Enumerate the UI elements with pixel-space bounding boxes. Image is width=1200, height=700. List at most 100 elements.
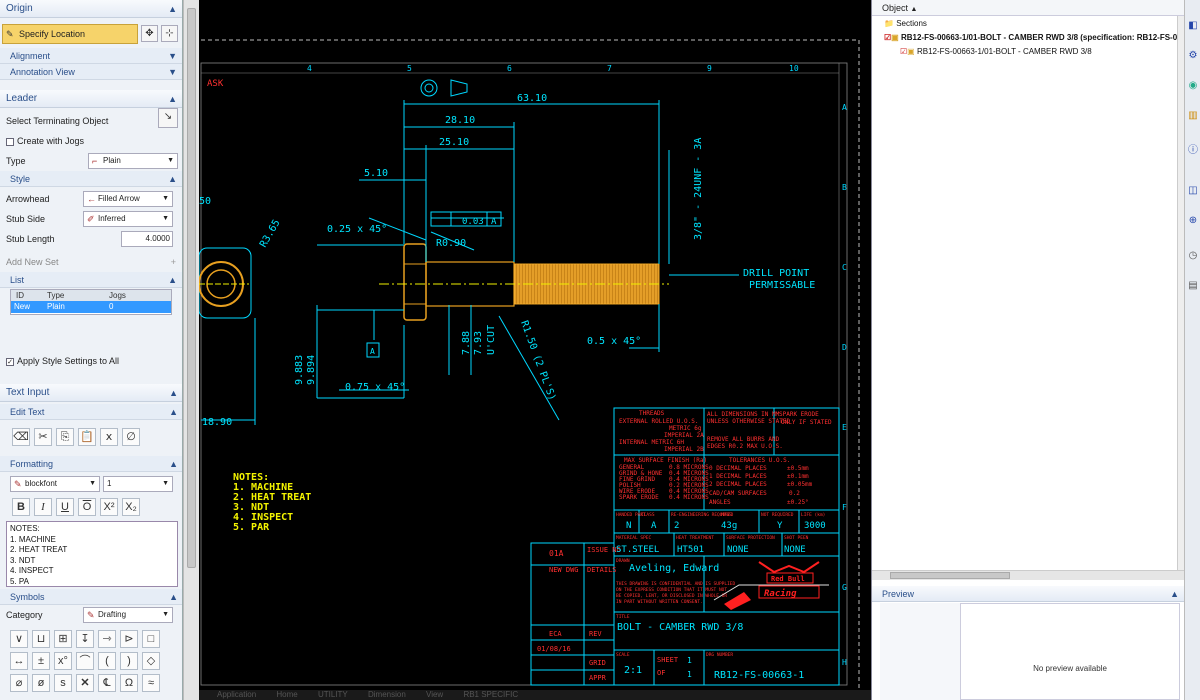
assembly-navigator-icon[interactable]: ◧ — [1187, 20, 1199, 32]
font-select[interactable]: ✎ blockfont ▼ — [10, 476, 100, 492]
category-select[interactable]: ✎ Drafting ▼ — [83, 607, 173, 623]
type-select[interactable]: ⌐ Plain ▼ — [88, 153, 178, 169]
italic-icon[interactable]: I — [34, 498, 52, 516]
table-row[interactable]: New Plain 0 — [11, 301, 171, 313]
text-line: 2. HEAT TREAT — [10, 545, 68, 554]
size-select[interactable]: 1 ▼ — [103, 476, 173, 492]
symbol-counterbore-icon[interactable]: ⊔ — [32, 630, 50, 648]
history-icon[interactable]: ◉ — [1187, 80, 1199, 92]
horizontal-scrollbar[interactable] — [872, 570, 1185, 580]
collapse-icon[interactable]: ▲ — [169, 384, 178, 402]
symbol-diamond-icon[interactable]: ◇ — [142, 652, 160, 670]
clock-icon[interactable]: ◷ — [1187, 250, 1199, 262]
roles-icon[interactable]: ⊕ — [1187, 215, 1199, 227]
tree-node-sheet[interactable]: ☑▣ RB12-FS-00663-1/01-BOLT - CAMBER RWD … — [884, 33, 1184, 42]
collapse-icon[interactable]: ▲ — [1170, 586, 1179, 602]
scroll-thumb[interactable] — [890, 572, 1010, 579]
symbol-between-icon[interactable]: ↔ — [10, 652, 28, 670]
tab-home[interactable]: Home — [276, 690, 297, 700]
symbol-paren-close-icon[interactable]: ) — [120, 652, 138, 670]
origin-tool-icon[interactable]: ✥ — [141, 25, 158, 42]
arrowhead-select[interactable]: ← Filled Arrow ▼ — [83, 191, 173, 207]
bolt-part[interactable] — [379, 243, 669, 321]
symbol-approx-icon[interactable]: ≈ — [142, 674, 160, 692]
paste-icon[interactable]: 📋 — [78, 428, 96, 446]
symbol-omega-icon[interactable]: Ω — [120, 674, 138, 692]
system-icon[interactable]: ▤ — [1187, 280, 1199, 292]
section-leader[interactable]: Leader ▲ — [0, 90, 182, 108]
formatting-section[interactable]: Formatting ▲ — [0, 456, 182, 472]
alignment-section[interactable]: Alignment ▼ — [0, 48, 182, 64]
preview-header[interactable]: Preview ▲ — [872, 586, 1185, 602]
tab-rb1-specific[interactable]: RB1 SPECIFIC — [463, 690, 518, 700]
superscript-icon[interactable]: X² — [100, 498, 118, 516]
underline-icon[interactable]: U — [56, 498, 74, 516]
tab-utility[interactable]: UTILITY — [318, 690, 348, 700]
apply-style-row[interactable]: ✓ Apply Style Settings to All — [6, 351, 119, 371]
drawing-sheet[interactable]: 4 5 6 7 9 10 A B C D E F G H ASK 63.10 2… — [198, 0, 871, 690]
drawing-notes[interactable]: NOTES: 1. MACHINE 2. HEAT TREAT 3. NDT 4… — [233, 472, 311, 533]
tab-view[interactable]: View — [426, 690, 443, 700]
symbol-phi-icon[interactable]: ø — [32, 674, 50, 692]
symbol-box-icon[interactable]: ⊞ — [54, 630, 72, 648]
scroll-thumb[interactable] — [187, 8, 196, 568]
text-symbol-icon[interactable]: ⅹ — [100, 428, 118, 446]
bolt-head[interactable] — [403, 243, 427, 321]
section-origin[interactable]: Origin ▲ — [0, 0, 182, 18]
symbol-slope-icon[interactable]: ⊳ — [120, 630, 138, 648]
eraser-icon[interactable]: ⌫ — [12, 428, 30, 446]
create-with-jogs-checkbox[interactable] — [6, 137, 14, 146]
copy-icon[interactable]: ⎘ — [56, 428, 74, 446]
annotation-view-section[interactable]: Annotation View ▼ — [0, 64, 182, 80]
tab-dimension[interactable]: Dimension — [368, 690, 406, 700]
symbol-x-icon[interactable]: x° — [54, 652, 72, 670]
symbol-diameter-icon[interactable]: ⌀ — [10, 674, 28, 692]
dim-5-10: 5.10 — [364, 168, 388, 179]
symbol-sphere-icon[interactable]: s — [54, 674, 72, 692]
overline-icon[interactable]: O — [78, 498, 96, 516]
select-object-button[interactable]: ↘ — [158, 108, 178, 128]
symbol-depth-icon[interactable]: ↧ — [76, 630, 94, 648]
sort-icon[interactable]: ▲ — [911, 6, 918, 13]
create-with-jogs-row[interactable]: Create with Jogs — [0, 131, 182, 151]
tab-application[interactable]: Application — [217, 690, 256, 700]
stub-side-select[interactable]: ✐ Inferred ▼ — [83, 211, 173, 227]
symbol-plusminus-icon[interactable]: ± — [32, 652, 50, 670]
symbol-cross-icon[interactable]: ✕ — [76, 674, 94, 692]
diameter-icon[interactable]: ∅ — [122, 428, 140, 446]
symbol-centerline-icon[interactable]: ℄ — [98, 674, 116, 692]
list-section[interactable]: List ▲ — [0, 272, 182, 288]
subscript-icon[interactable]: X₂ — [122, 498, 140, 516]
left-scrollbar[interactable] — [183, 0, 199, 700]
section-text-input[interactable]: Text Input ▲ — [0, 384, 182, 402]
tree-node-view[interactable]: ☑▣ RB12-FS-00663-1/01-BOLT - CAMBER RWD … — [900, 47, 1092, 56]
part-navigator-icon[interactable]: ⚙ — [1187, 50, 1199, 62]
tb-text: 0 DECIMAL PLACES — [709, 465, 767, 472]
symbol-square-icon[interactable]: □ — [142, 630, 160, 648]
collapse-icon[interactable]: ▲ — [168, 90, 177, 108]
edit-text-section[interactable]: Edit Text ▲ — [0, 404, 182, 420]
collapse-icon[interactable]: ▲ — [168, 0, 177, 18]
tree-node-sections[interactable]: 📁 Sections — [884, 19, 927, 28]
symbol-paren-icon[interactable]: ( — [98, 652, 116, 670]
style-section[interactable]: Style ▲ — [0, 171, 182, 187]
navigator-header[interactable]: Object ▲ — [872, 0, 1184, 16]
add-icon[interactable]: + — [171, 252, 176, 272]
add-new-set-row[interactable]: Add New Set + — [0, 252, 182, 272]
symbol-arc-icon[interactable]: ⌒ — [76, 652, 94, 670]
symbol-arrow-icon[interactable]: ⇾ — [98, 630, 116, 648]
symbol-check-icon[interactable]: ∨ — [10, 630, 28, 648]
cut-icon[interactable]: ✂ — [34, 428, 52, 446]
reuse-library-icon[interactable]: ▥ — [1187, 110, 1199, 122]
web-browser-icon[interactable]: ◫ — [1187, 185, 1199, 197]
bold-icon[interactable]: B — [12, 498, 30, 516]
info-icon[interactable]: ⓘ — [1187, 145, 1199, 157]
apply-style-checkbox[interactable]: ✓ — [6, 357, 14, 366]
drawing-canvas[interactable]: 4 5 6 7 9 10 A B C D E F G H ASK 63.10 2… — [198, 0, 871, 690]
specify-location-button[interactable]: ✎ Specify Location — [2, 24, 138, 44]
stub-length-input[interactable]: 4.0000 — [121, 231, 173, 247]
text-input-area[interactable]: NOTES: 1. MACHINE 2. HEAT TREAT 3. NDT 4… — [6, 521, 178, 587]
symbols-section[interactable]: Symbols ▲ — [0, 589, 182, 605]
snap-tool-icon[interactable]: ⊹ — [161, 25, 178, 42]
bolt-end-view[interactable] — [198, 247, 252, 319]
